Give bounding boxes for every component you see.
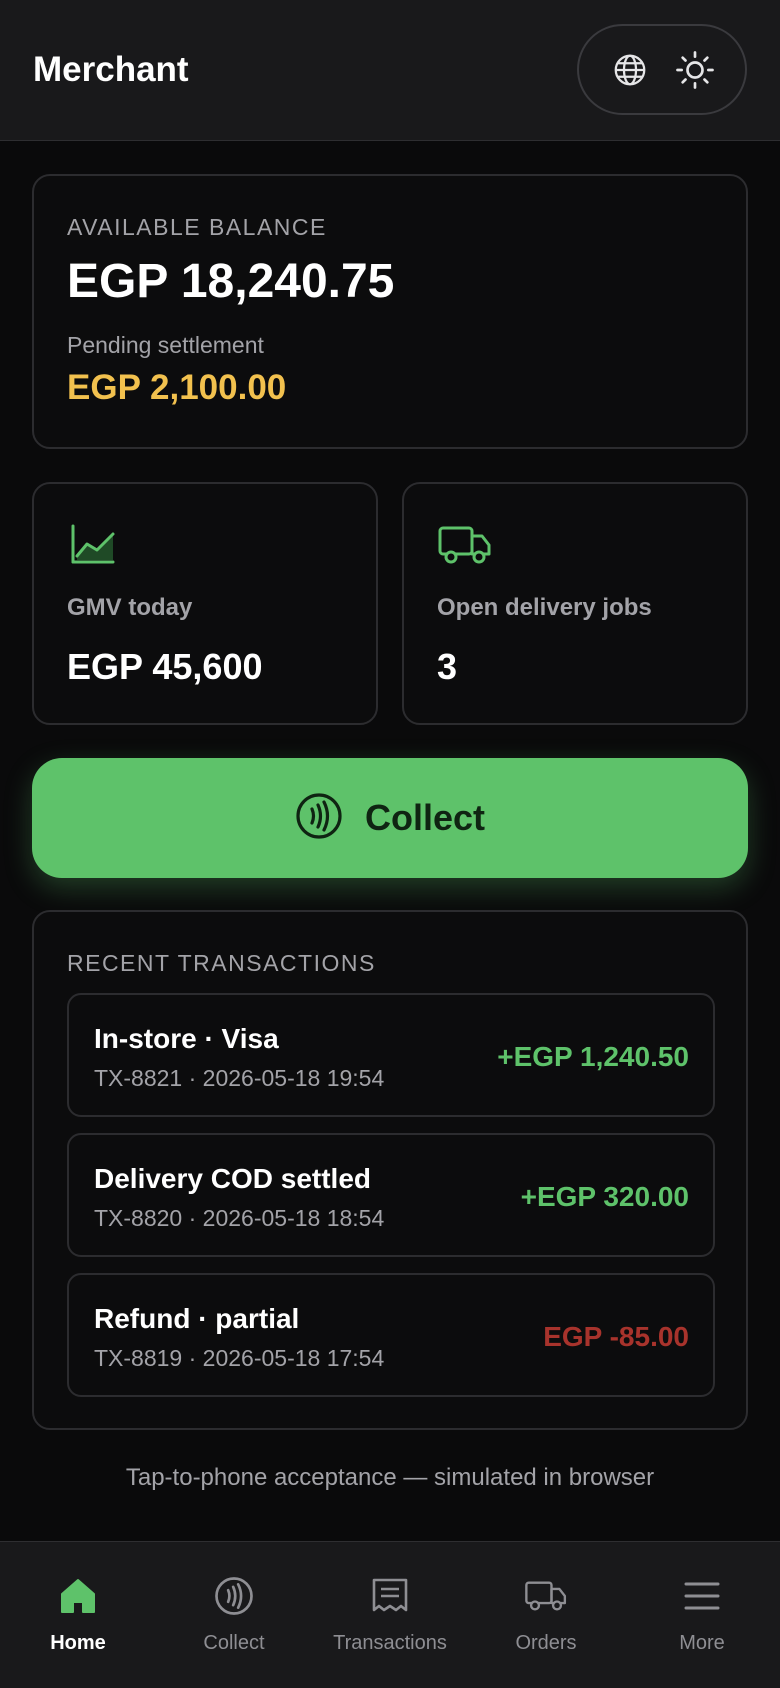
nav-label-transactions: Transactions (333, 1632, 447, 1654)
nav-label-orders: Orders (515, 1632, 577, 1654)
truck-icon (524, 1574, 568, 1618)
nav-label-collect: Collect (203, 1632, 265, 1654)
transaction-row[interactable]: In-store · Visa TX-8821 · 2026-05-18 19:… (67, 993, 715, 1117)
gmv-value: EGP 45,600 (67, 646, 263, 687)
collect-button[interactable]: Collect (32, 758, 748, 878)
home-icon (56, 1574, 100, 1618)
transaction-row[interactable]: Refund · partial TX-8819 · 2026-05-18 17… (67, 1273, 715, 1397)
transaction-row[interactable]: Delivery COD settled TX-8820 · 2026-05-1… (67, 1133, 715, 1257)
nav-item-collect[interactable]: Collect (156, 1542, 312, 1688)
transaction-name: Refund · partial (94, 1303, 300, 1334)
transaction-meta: TX-8820 · 2026-05-18 18:54 (94, 1205, 385, 1231)
nav-label-home: Home (50, 1632, 106, 1654)
globe-icon[interactable] (610, 50, 650, 90)
bottom-nav: Home Collect Transactions Orders More (0, 1541, 780, 1688)
delivery-value: 3 (437, 646, 458, 687)
transaction-meta: TX-8819 · 2026-05-18 17:54 (94, 1345, 385, 1371)
recent-transactions-card: RECENT TRANSACTIONS In-store · Visa TX-8… (32, 910, 748, 1430)
balance-label: AVAILABLE BALANCE (67, 214, 327, 240)
footer-note: Tap-to-phone acceptance — simulated in b… (125, 1464, 655, 1491)
contactless-icon (295, 792, 343, 845)
pending-settlement-label: Pending settlement (67, 332, 264, 358)
recent-transactions-title: RECENT TRANSACTIONS (67, 950, 376, 976)
app-header: Merchant (0, 0, 780, 141)
delivery-label: Open delivery jobs (437, 594, 652, 621)
transaction-name: Delivery COD settled (94, 1163, 371, 1194)
transaction-amount: +EGP 320.00 (520, 1181, 689, 1212)
truck-icon (437, 522, 491, 568)
gmv-label: GMV today (67, 594, 193, 621)
nav-item-transactions[interactable]: Transactions (312, 1542, 468, 1688)
nav-label-more: More (679, 1632, 725, 1654)
balance-card: AVAILABLE BALANCE EGP 18,240.75 Pending … (32, 174, 748, 449)
delivery-stat-card: Open delivery jobs 3 (402, 482, 748, 725)
transaction-meta: TX-8821 · 2026-05-18 19:54 (94, 1065, 385, 1091)
nav-item-more[interactable]: More (624, 1542, 780, 1688)
pending-settlement-value: EGP 2,100.00 (67, 368, 287, 407)
transaction-name: In-store · Visa (94, 1023, 279, 1054)
gmv-stat-card: GMV today EGP 45,600 (32, 482, 378, 725)
page-title: Merchant (33, 50, 189, 89)
balance-value: EGP 18,240.75 (67, 255, 395, 308)
nav-item-home[interactable]: Home (0, 1542, 156, 1688)
sun-icon[interactable] (675, 50, 715, 90)
menu-icon (680, 1574, 724, 1618)
chart-line-icon (67, 522, 117, 568)
transaction-amount: EGP -85.00 (543, 1321, 689, 1352)
header-actions (577, 24, 747, 115)
nav-item-orders[interactable]: Orders (468, 1542, 624, 1688)
contactless-icon (212, 1574, 256, 1618)
transaction-amount: +EGP 1,240.50 (497, 1041, 689, 1072)
collect-button-label: Collect (364, 797, 486, 838)
receipt-icon (368, 1574, 412, 1618)
